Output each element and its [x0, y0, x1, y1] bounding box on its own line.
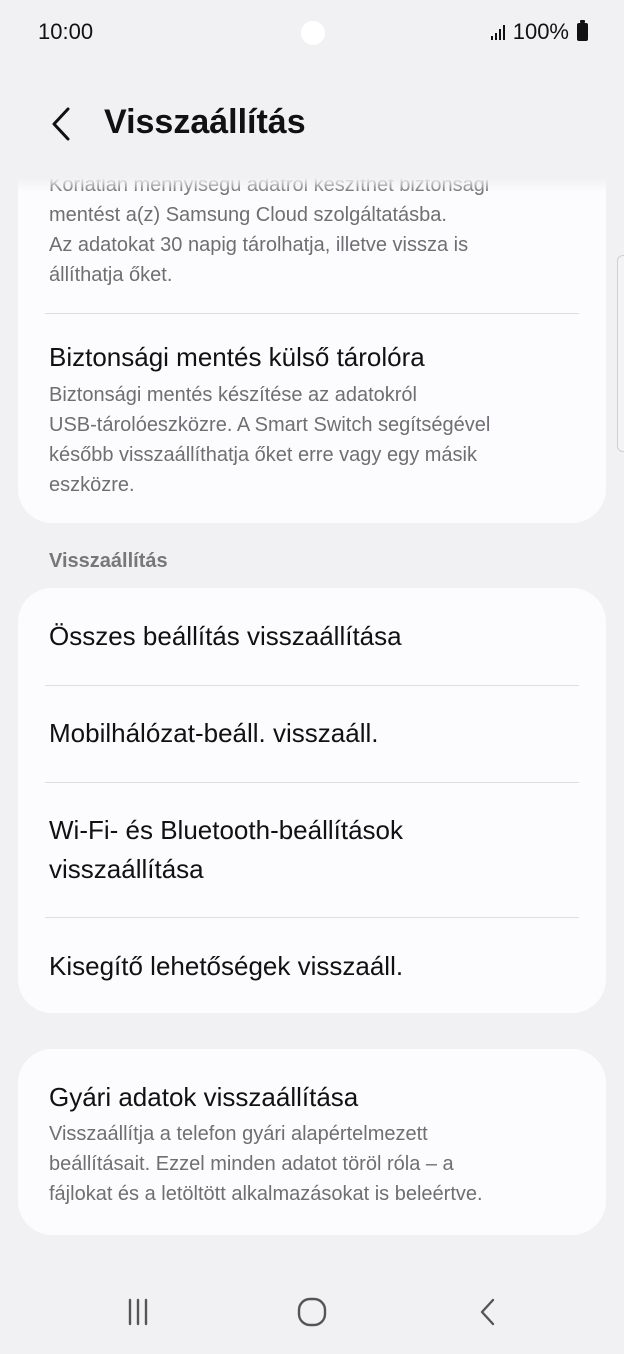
factory-reset-desc-line-1: Visszaállítja a telefon gyári alapértelm… — [49, 1123, 428, 1145]
chevron-left-icon — [52, 107, 70, 141]
external-backup-title: Biztonsági mentés külső tárolóra — [49, 342, 425, 372]
external-backup-item[interactable]: Biztonsági mentés külső tárolóra Biztons… — [18, 314, 606, 523]
reset-all-settings-label: Összes beállítás visszaállítása — [49, 621, 402, 651]
scroll-fade — [18, 178, 606, 192]
recents-icon — [128, 1298, 148, 1326]
app-header: Visszaállítás — [0, 86, 624, 166]
reset-accessibility-label: Kisegítő lehetőségek visszaáll. — [49, 951, 404, 981]
phone-screen: 10:00 100% Visszaállítás Korlátlan menny… — [0, 0, 624, 1354]
section-label-reset: Visszaállítás — [49, 550, 168, 572]
reset-wifi-bluetooth-label-line-2: visszaállítása — [49, 854, 204, 884]
back-icon — [480, 1298, 495, 1326]
status-bar: 10:00 100% — [0, 0, 624, 64]
back-button[interactable] — [40, 102, 84, 146]
home-icon — [297, 1297, 327, 1327]
status-time: 10:00 — [38, 19, 94, 44]
factory-reset-desc-line-2: beállításait. Ezzel minden adatot töröl … — [49, 1153, 454, 1175]
reset-accessibility-item[interactable]: Kisegítő lehetőségek visszaáll. — [18, 918, 606, 1013]
cloud-desc-line-2: mentést a(z) Samsung Cloud szolgáltatásb… — [49, 204, 447, 226]
home-button[interactable] — [282, 1290, 342, 1334]
factory-reset-title: Gyári adatok visszaállítása — [49, 1082, 359, 1112]
navigation-bar — [0, 1270, 624, 1354]
external-desc-line-1: Biztonsági mentés készítése az adatokról — [49, 384, 417, 406]
scrollbar[interactable] — [617, 255, 624, 452]
external-desc-line-4: eszközre. — [49, 474, 135, 496]
external-desc-line-2: USB-tárolóeszközre. A Smart Switch segít… — [49, 414, 491, 436]
cloud-desc-line-4: állíthatja őket. — [49, 264, 173, 286]
signal-icon — [490, 24, 505, 40]
battery-percent: 100% — [512, 19, 569, 44]
reset-mobile-network-label: Mobilhálózat-beáll. visszaáll. — [49, 718, 379, 748]
cloud-desc-line-3: Az adatokat 30 napig tárolhatja, illetve… — [49, 234, 469, 256]
reset-wifi-bluetooth-label-line-1: Wi-Fi- és Bluetooth-beállítások — [49, 815, 404, 845]
reset-mobile-network-item[interactable]: Mobilhálózat-beáll. visszaáll. — [18, 686, 606, 782]
factory-reset-desc-line-3: fájlokat és a letöltött alkalmazásokat i… — [49, 1183, 483, 1205]
nav-back-button[interactable] — [457, 1290, 517, 1334]
backup-card: Korlátlan mennyiségű adatról készíthet b… — [18, 178, 606, 523]
external-desc-line-3: később visszaállíthatja őket erre vagy e… — [49, 444, 477, 466]
status-right: 100% — [490, 19, 588, 45]
front-camera — [301, 21, 325, 45]
reset-wifi-bluetooth-item[interactable]: Wi-Fi- és Bluetooth-beállítások visszaál… — [18, 783, 606, 917]
reset-all-settings-item[interactable]: Összes beállítás visszaállítása — [18, 588, 606, 685]
recents-button[interactable] — [108, 1290, 168, 1334]
page-title: Visszaállítás — [104, 103, 306, 141]
battery-icon — [577, 20, 588, 41]
factory-reset-card[interactable]: Gyári adatok visszaállítása Visszaállítj… — [18, 1049, 606, 1235]
samsung-cloud-item[interactable]: Korlátlan mennyiségű adatról készíthet b… — [18, 178, 606, 314]
reset-options-card: Összes beállítás visszaállítása Mobilhál… — [18, 588, 606, 1013]
